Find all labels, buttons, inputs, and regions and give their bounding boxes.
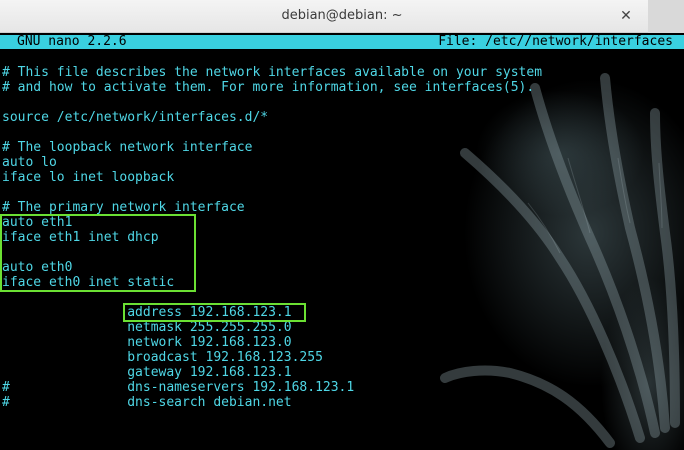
window-titlebar[interactable]: debian@debian: ~ ✕ — [0, 0, 684, 33]
text-line[interactable]: broadcast 192.168.123.255 — [2, 350, 323, 365]
text-line[interactable]: # The loopback network interface — [2, 140, 252, 155]
highlight-box-address — [123, 303, 306, 322]
terminal-window: debian@debian: ~ ✕ GNU nano 2.2.6 File: … — [0, 0, 684, 450]
text-line[interactable]: # dns-nameservers 192.168.123.1 — [2, 380, 354, 395]
text-line[interactable]: source /etc/network/interfaces.d/* — [2, 110, 268, 125]
nano-version: GNU nano 2.2.6 — [17, 34, 127, 49]
text-line[interactable]: # dns-search debian.net — [2, 395, 292, 410]
hand-wallpaper-image — [440, 73, 680, 448]
text-line[interactable]: # This file describes the network interf… — [2, 65, 542, 80]
text-line[interactable]: # and how to activate them. For more inf… — [2, 80, 534, 95]
text-line[interactable]: # The primary network interface — [2, 200, 245, 215]
titlebar-edge — [648, 0, 684, 33]
text-line[interactable]: iface lo inet loopback — [2, 170, 174, 185]
window-title: debian@debian: ~ — [281, 8, 403, 23]
nano-filename: File: /etc//network/interfaces — [438, 34, 673, 49]
text-line[interactable]: auto lo — [2, 155, 57, 170]
text-line[interactable]: netmask 255.255.255.0 — [2, 320, 291, 335]
highlight-box-interfaces — [0, 214, 196, 292]
text-line[interactable]: network 192.168.123.0 — [2, 335, 291, 350]
text-line[interactable]: gateway 192.168.123.1 — [2, 365, 291, 380]
close-icon[interactable]: ✕ — [616, 6, 636, 26]
nano-header-bar: GNU nano 2.2.6 File: /etc//network/inter… — [0, 35, 684, 49]
